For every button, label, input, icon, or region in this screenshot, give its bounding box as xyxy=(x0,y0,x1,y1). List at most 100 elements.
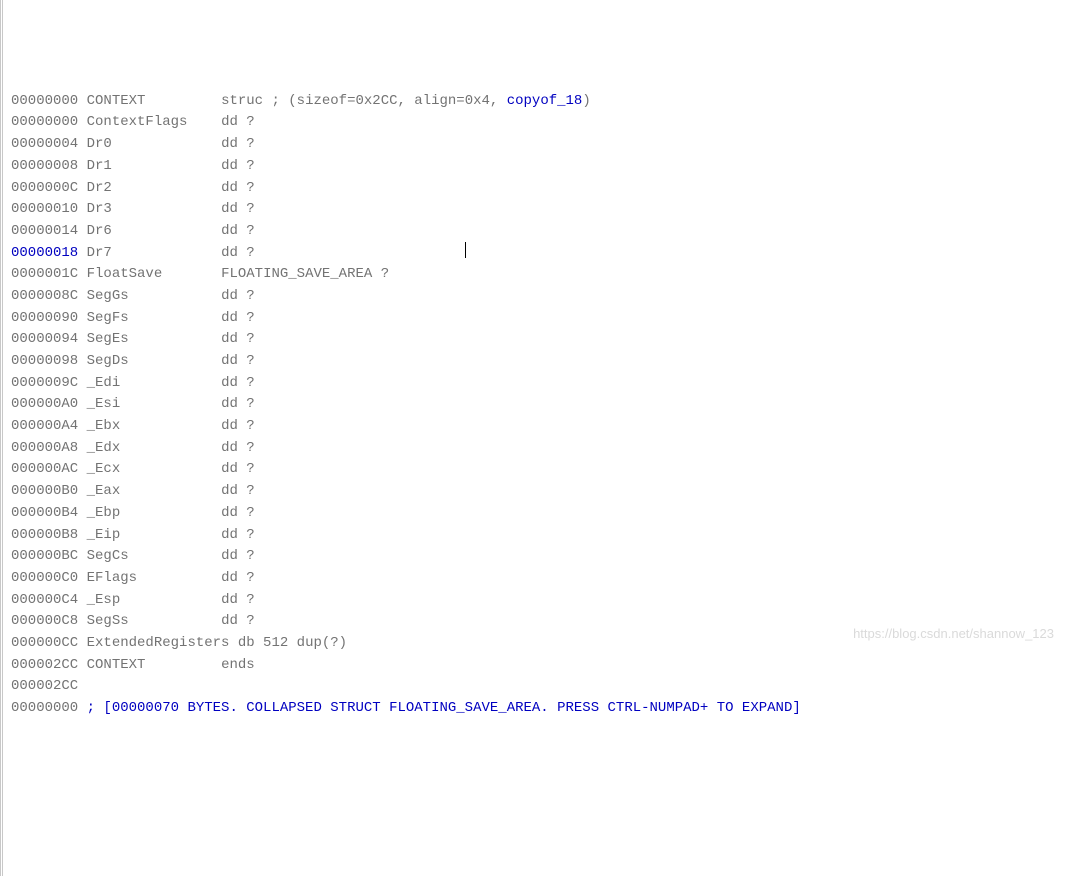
field-type-value: dd ? xyxy=(221,461,255,477)
code-line[interactable]: 000000B0 _Eax dd ? xyxy=(11,481,1076,503)
offset: 0000009C xyxy=(11,375,78,391)
code-line[interactable]: 00000014 Dr6 dd ? xyxy=(11,221,1076,243)
field-name: FloatSave xyxy=(87,266,213,282)
offset: 000000A4 xyxy=(11,418,78,434)
code-line[interactable]: 000000A4 _Ebx dd ? xyxy=(11,416,1076,438)
text-cursor xyxy=(465,242,466,258)
offset: 000000B4 xyxy=(11,505,78,521)
offset: 00000000 xyxy=(11,700,78,716)
field-type-value: dd ? xyxy=(221,353,255,369)
code-line[interactable]: 000000C0 EFlags dd ? xyxy=(11,568,1076,590)
field-type-value: dd ? xyxy=(221,114,255,130)
field-type-value: dd ? xyxy=(221,180,255,196)
code-line[interactable]: 00000004 Dr0 dd ? xyxy=(11,134,1076,156)
offset: 000000B0 xyxy=(11,483,78,499)
field-type-value: dd ? xyxy=(221,396,255,412)
field-name: SegGs xyxy=(87,288,213,304)
code-line[interactable]: 00000018 Dr7 dd ? xyxy=(11,243,1076,265)
field-name: SegDs xyxy=(87,353,213,369)
field-type-value: FLOATING_SAVE_AREA ? xyxy=(221,266,389,282)
code-line[interactable]: 000000B4 _Ebp dd ? xyxy=(11,503,1076,525)
field-type-value: dd ? xyxy=(221,288,255,304)
code-line[interactable]: 000000B8 _Eip dd ? xyxy=(11,525,1076,547)
field-type-value: dd ? xyxy=(221,223,255,239)
field-type-value: dd ? xyxy=(221,440,255,456)
offset: 00000010 xyxy=(11,201,78,217)
field-name: _Esi xyxy=(87,396,213,412)
field-type-value: dd ? xyxy=(221,331,255,347)
field-type-value: dd ? xyxy=(221,245,255,261)
field-name: _Edx xyxy=(87,440,213,456)
field-type-value: dd ? xyxy=(221,136,255,152)
code-line[interactable]: 000000A0 _Esi dd ? xyxy=(11,394,1076,416)
code-line[interactable]: 000002CC CONTEXT ends xyxy=(11,655,1076,677)
code-line[interactable]: 000000C8 SegSs dd ? xyxy=(11,611,1076,633)
code-line[interactable]: 0000000C Dr2 dd ? xyxy=(11,178,1076,200)
field-type-value: dd ? xyxy=(221,527,255,543)
offset: 000000C4 xyxy=(11,592,78,608)
field-type-value: dd ? xyxy=(221,483,255,499)
field-type-value: ends xyxy=(221,657,255,673)
field-name: Dr2 xyxy=(87,180,213,196)
tail-text: ) xyxy=(582,93,590,109)
code-line[interactable]: 000000BC SegCs dd ? xyxy=(11,546,1076,568)
field-name: SegCs xyxy=(87,548,213,564)
offset: 000002CC xyxy=(11,657,78,673)
offset: 00000000 xyxy=(11,93,78,109)
offset: 000000A8 xyxy=(11,440,78,456)
field-name: ContextFlags xyxy=(87,114,213,130)
offset: 000002CC xyxy=(11,678,78,694)
field-name: SegSs xyxy=(87,613,213,629)
code-line[interactable]: 000000CC ExtendedRegisters db 512 dup(?) xyxy=(11,633,1076,655)
field-type-value: dd ? xyxy=(221,613,255,629)
field-name: _Esp xyxy=(87,592,213,608)
code-line[interactable]: 000002CC xyxy=(11,676,1076,698)
field-name: SegFs xyxy=(87,310,213,326)
offset: 000000A0 xyxy=(11,396,78,412)
code-line[interactable]: 000000A8 _Edx dd ? xyxy=(11,438,1076,460)
offset: 000000B8 xyxy=(11,527,78,543)
code-line[interactable]: 00000098 SegDs dd ? xyxy=(11,351,1076,373)
code-line[interactable]: 00000008 Dr1 dd ? xyxy=(11,156,1076,178)
offset: 00000014 xyxy=(11,223,78,239)
collapsed-struct-comment[interactable]: ; [00000070 BYTES. COLLAPSED STRUCT FLOA… xyxy=(87,700,801,716)
field-type-value: dd ? xyxy=(221,592,255,608)
field-name: _Edi xyxy=(87,375,213,391)
code-line[interactable]: 0000001C FloatSave FLOATING_SAVE_AREA ? xyxy=(11,264,1076,286)
disassembly-view[interactable]: 00000000 CONTEXT struc ; (sizeof=0x2CC, … xyxy=(11,91,1076,720)
code-line[interactable]: 00000000 ContextFlags dd ? xyxy=(11,112,1076,134)
code-line[interactable]: 0000008C SegGs dd ? xyxy=(11,286,1076,308)
field-name: _Ebx xyxy=(87,418,213,434)
code-line[interactable]: 00000010 Dr3 dd ? xyxy=(11,199,1076,221)
offset: 000000C8 xyxy=(11,613,78,629)
field-type-value: struc ; (sizeof=0x2CC, align=0x4, xyxy=(221,93,507,109)
code-line[interactable]: 00000000 ; [00000070 BYTES. COLLAPSED ST… xyxy=(11,698,1076,720)
field-type-value: dd ? xyxy=(221,158,255,174)
offset: 00000090 xyxy=(11,310,78,326)
field-type-value: dd ? xyxy=(221,310,255,326)
field-type-value: dd ? xyxy=(221,570,255,586)
field-name: SegEs xyxy=(87,331,213,347)
field-name: Dr7 xyxy=(87,245,213,261)
offset: 000000BC xyxy=(11,548,78,564)
field-name: _Ecx xyxy=(87,461,213,477)
offset: 000000AC xyxy=(11,461,78,477)
field-type-value: dd ? xyxy=(221,201,255,217)
offset: 00000098 xyxy=(11,353,78,369)
offset: 0000001C xyxy=(11,266,78,282)
code-line[interactable]: 000000AC _Ecx dd ? xyxy=(11,459,1076,481)
offset: 00000004 xyxy=(11,136,78,152)
field-name: CONTEXT xyxy=(87,657,213,673)
field-name: Dr0 xyxy=(87,136,213,152)
code-line[interactable]: 00000094 SegEs dd ? xyxy=(11,329,1076,351)
code-line[interactable]: 00000090 SegFs dd ? xyxy=(11,308,1076,330)
code-line[interactable]: 000000C4 _Esp dd ? xyxy=(11,590,1076,612)
code-line[interactable]: 0000009C _Edi dd ? xyxy=(11,373,1076,395)
code-line[interactable]: 00000000 CONTEXT struc ; (sizeof=0x2CC, … xyxy=(11,91,1076,113)
field-name: _Ebp xyxy=(87,505,213,521)
offset: 0000008C xyxy=(11,288,78,304)
type-link[interactable]: copyof_18 xyxy=(507,93,583,109)
field-type-value: dd ? xyxy=(221,418,255,434)
offset: 00000094 xyxy=(11,331,78,347)
field-name: EFlags xyxy=(87,570,213,586)
